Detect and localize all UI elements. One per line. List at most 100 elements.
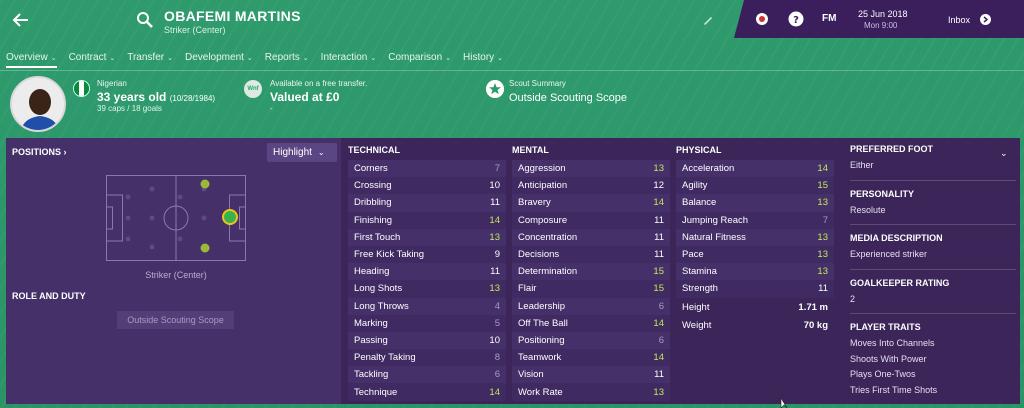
fm-logo[interactable]: FM	[822, 13, 836, 24]
attribute-value: 11	[818, 283, 828, 295]
attribute-row[interactable]: Decisions 11	[512, 245, 670, 264]
scout-summary-title: Scout Summary	[509, 79, 566, 88]
mental-column: MENTAL Aggression 13 Anticipation 12 Bravery…	[512, 145, 670, 401]
scout-summary-value[interactable]: Outside Scouting Scope	[509, 92, 627, 104]
attribute-row[interactable]: First Touch 13	[348, 228, 506, 246]
height-row: Height 1.71 m	[676, 298, 834, 316]
tab-contract[interactable]: Contract ⌄	[69, 52, 116, 68]
technical-column: TECHNICAL Corners 7 Crossing 10 Dribbling 11 F…	[348, 145, 506, 401]
attribute-row[interactable]: Passing 10	[348, 331, 506, 350]
attribute-name: Long Throws	[354, 300, 409, 312]
attribute-value: 15	[653, 283, 664, 295]
attribute-row[interactable]: Corners 7	[348, 160, 506, 178]
tab-reports[interactable]: Reports ⌄	[265, 52, 309, 68]
divider	[850, 179, 1016, 181]
weight-row: Weight 70 kg	[676, 316, 834, 334]
attribute-value: 11	[490, 197, 500, 209]
attribute-row[interactable]: Natural Fitness 13	[676, 228, 834, 246]
mouse-cursor-icon	[780, 398, 788, 408]
attribute-value: 15	[817, 180, 828, 192]
attribute-name: Jumping Reach	[682, 214, 749, 226]
attribute-row[interactable]: Vision 11	[512, 366, 670, 384]
attribute-row[interactable]: Free Kick Taking 9	[348, 245, 506, 264]
club-badge-icon[interactable]	[754, 11, 770, 27]
attribute-value: 11	[654, 231, 664, 243]
attribute-row[interactable]: Stamina 13	[676, 263, 834, 281]
attribute-name: Passing	[354, 334, 388, 346]
attribute-row[interactable]: Leadership 6	[512, 297, 670, 315]
attribute-value: 7	[822, 214, 828, 226]
scout-star-icon	[486, 80, 504, 98]
help-icon[interactable]: ?	[788, 11, 804, 27]
attribute-row[interactable]: Long Throws 4	[348, 297, 506, 315]
attribute-row[interactable]: Concentration 11	[512, 228, 670, 246]
attribute-row[interactable]: Finishing 14	[348, 211, 506, 229]
tab-interaction[interactable]: Interaction ⌄	[321, 52, 377, 68]
height-value: 1.71 m	[798, 301, 828, 313]
attribute-name: Agility	[682, 180, 708, 192]
attribute-value: 12	[653, 180, 664, 192]
tab-overview[interactable]: Overview ⌄	[6, 52, 57, 68]
tab-history[interactable]: History ⌄	[463, 52, 503, 68]
position-dot-left	[200, 179, 210, 189]
attribute-row[interactable]: Flair 15	[512, 280, 670, 298]
preferred-foot-value: Either	[850, 160, 874, 170]
attribute-name: Anticipation	[518, 180, 568, 192]
attribute-row[interactable]: Acceleration 14	[676, 160, 834, 178]
positions-title[interactable]: POSITIONS ›	[12, 147, 67, 157]
attribute-value: 14	[489, 386, 500, 398]
attribute-row[interactable]: Marking 5	[348, 314, 506, 332]
inbox-arrow-icon[interactable]	[980, 14, 991, 25]
attribute-row[interactable]: Dribbling 11	[348, 194, 506, 212]
attribute-row[interactable]: Crossing 10	[348, 177, 506, 195]
media-description-title: MEDIA DESCRIPTION	[850, 233, 943, 243]
attribute-row[interactable]: Bravery 14	[512, 194, 670, 212]
attribute-row[interactable]: Tackling 6	[348, 366, 506, 384]
weight-label: Weight	[682, 319, 712, 331]
inbox-button[interactable]: Inbox	[948, 15, 970, 25]
attribute-name: Leadership	[518, 300, 566, 312]
highlight-dropdown[interactable]: Highlight ⌄	[267, 143, 337, 162]
attribute-name: Aggression	[518, 163, 566, 175]
attribute-row[interactable]: Penalty Taking 8	[348, 349, 506, 367]
attribute-name: Heading	[354, 266, 390, 278]
attribute-row[interactable]: Balance 13	[676, 194, 834, 212]
search-icon[interactable]	[136, 11, 154, 29]
attribute-row[interactable]: Composure 11	[512, 211, 670, 229]
transfer-status: Available on a free transfer.	[270, 79, 368, 88]
attribute-row[interactable]: Heading 11	[348, 263, 506, 281]
attribute-row[interactable]: Determination 15	[512, 263, 670, 281]
role-duty-button[interactable]: Outside Scouting Scope	[117, 311, 234, 329]
attribute-name: Off The Ball	[518, 317, 568, 329]
attribute-row[interactable]: Anticipation 12	[512, 177, 670, 195]
attribute-name: Acceleration	[682, 163, 735, 175]
attribute-row[interactable]: Technique 14	[348, 383, 506, 401]
attribute-row[interactable]: Aggression 13	[512, 160, 670, 178]
edit-icon[interactable]	[702, 14, 714, 26]
attribute-name: Composure	[518, 214, 568, 226]
tab-divider	[0, 70, 1024, 71]
attribute-row[interactable]: Off The Ball 14	[512, 314, 670, 332]
attribute-row[interactable]: Positioning 6	[512, 331, 670, 350]
tab-transfer[interactable]: Transfer ⌄	[127, 52, 173, 68]
attribute-name: Positioning	[518, 334, 565, 346]
attribute-row[interactable]: Agility 15	[676, 177, 834, 195]
attribute-value: 6	[658, 334, 664, 346]
trait-item: Plays One-Twos	[850, 369, 916, 379]
tab-development[interactable]: Development ⌄	[185, 52, 253, 68]
caps-goals: 39 caps / 18 goals	[97, 104, 162, 113]
attribute-name: First Touch	[354, 231, 401, 243]
attribute-row[interactable]: Jumping Reach 7	[676, 211, 834, 229]
goalkeeper-rating-value: 2	[850, 293, 856, 304]
tab-comparison[interactable]: Comparison ⌄	[388, 52, 451, 68]
position-dot-right	[200, 243, 210, 253]
divider	[850, 268, 1016, 270]
back-arrow-icon[interactable]	[10, 9, 32, 31]
attribute-row[interactable]: Pace 13	[676, 245, 834, 264]
attribute-row[interactable]: Long Shots 13	[348, 280, 506, 298]
attribute-row[interactable]: Teamwork 14	[512, 349, 670, 367]
attribute-row[interactable]: Work Rate 13	[512, 383, 670, 401]
attribute-row[interactable]: Strength 11	[676, 280, 834, 298]
attribute-value: 13	[653, 386, 664, 398]
attribute-value: 10	[489, 180, 500, 192]
